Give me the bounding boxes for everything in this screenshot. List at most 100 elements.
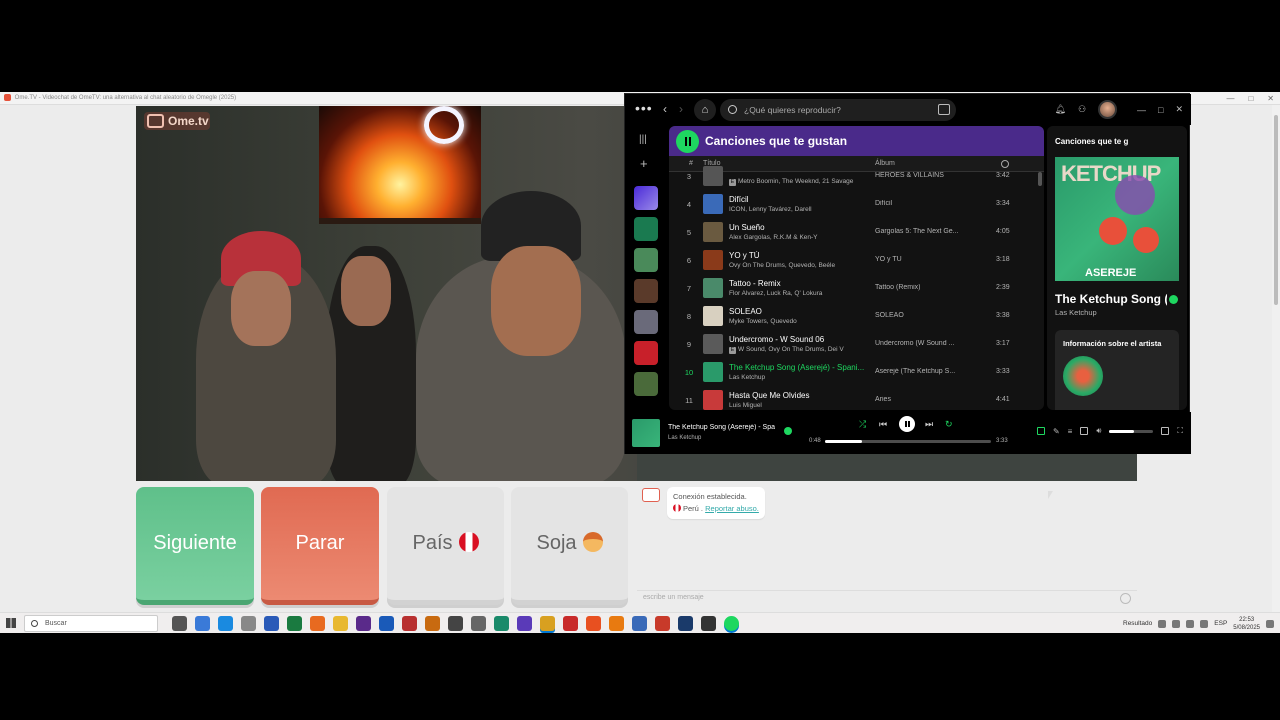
track-title[interactable]: Hasta Que Me Olvides xyxy=(729,391,864,400)
weather-widget[interactable]: Resultado xyxy=(1123,620,1152,627)
now-playing-artist[interactable]: Las Ketchup xyxy=(1055,308,1097,317)
track-title[interactable]: YO y TÚ xyxy=(729,251,864,260)
track-row[interactable]: 9 Undercromo - W Sound 06 E W Sound, Ovy On… xyxy=(669,330,1036,358)
next-button[interactable]: Siguiente xyxy=(136,487,254,605)
next-icon[interactable]: ⏭︎ xyxy=(925,419,933,430)
track-artists[interactable]: E Metro Boomin, The Weeknd, 21 Savage xyxy=(729,178,869,186)
premiere-icon[interactable] xyxy=(356,616,371,631)
scrollbar-thumb[interactable] xyxy=(1038,172,1042,186)
miniplayer-icon[interactable] xyxy=(1161,427,1170,435)
track-artists[interactable]: Ovy On The Drums, Quevedo, Beéle xyxy=(729,262,869,269)
shuffle-icon[interactable]: ⤮ xyxy=(859,419,866,430)
library-icon[interactable]: ||| xyxy=(639,134,647,145)
track-artists[interactable]: Myke Towers, Quevedo xyxy=(729,318,869,325)
track-row[interactable]: 7 Tattoo - Remix Flor Alvarez, Luck Ra, Q'… xyxy=(669,274,1036,302)
track-row[interactable]: 5 Un Sueño Alex Gargolas, R.K.M & Ken-Y Gar… xyxy=(669,218,1036,246)
library-item[interactable] xyxy=(634,372,658,396)
library-item[interactable] xyxy=(634,341,658,365)
app-icon[interactable] xyxy=(494,616,509,631)
track-album[interactable]: HEROES & VILLAINS xyxy=(875,172,965,179)
app-icon[interactable] xyxy=(632,616,647,631)
player-cover[interactable] xyxy=(632,419,660,447)
track-row[interactable]: 10 The Ketchup Song (Aserejé) - Spani... L… xyxy=(669,358,1036,386)
stop-button[interactable]: Parar xyxy=(261,487,379,605)
illustrator-icon[interactable] xyxy=(425,616,440,631)
minimize-icon[interactable]: — xyxy=(1226,92,1234,105)
track-artists[interactable]: EW Sound, Ovy On The Drums, Dei V xyxy=(729,346,869,354)
report-abuse-link[interactable]: Reportar abuso. xyxy=(705,504,759,513)
track-artists[interactable]: Flor Alvarez, Luck Ra, Q' Lokura xyxy=(729,290,869,297)
avatar[interactable] xyxy=(1098,100,1118,119)
gender-button[interactable]: Soja xyxy=(511,487,628,605)
language-indicator[interactable]: ESP xyxy=(1214,620,1227,627)
connect-device-icon[interactable] xyxy=(1080,427,1089,435)
volume-icon[interactable]: 🔊︎ xyxy=(1096,426,1101,436)
track-row[interactable]: 8 SOLEAO Myke Towers, Quevedo SOLEAO 3:38 xyxy=(669,302,1036,330)
pause-button[interactable] xyxy=(676,130,699,153)
taskbar-search[interactable]: Buscar xyxy=(24,615,158,632)
track-row[interactable]: 3 E Metro Boomin, The Weeknd, 21 Savage HER… xyxy=(669,162,1036,190)
liked-songs-icon[interactable] xyxy=(634,186,658,210)
track-album[interactable]: Undercromo (W Sound ... xyxy=(875,340,965,347)
track-title[interactable]: Un Sueño xyxy=(729,223,864,232)
fullscreen-icon[interactable]: ⛶ xyxy=(1177,426,1183,436)
track-row[interactable]: 11 Hasta Que Me Olvides Luis Miguel Aries 4:… xyxy=(669,386,1036,410)
close-icon[interactable]: ✕ xyxy=(1175,104,1183,115)
file-explorer-icon[interactable] xyxy=(333,616,348,631)
browse-icon[interactable] xyxy=(938,104,950,115)
library-item[interactable] xyxy=(634,248,658,272)
page-scrollbar[interactable] xyxy=(1272,105,1280,612)
track-album[interactable]: Gargolas 5: The Next Ge... xyxy=(875,228,965,235)
track-title[interactable]: SOLEAO xyxy=(729,307,864,316)
queue-icon[interactable]: ≡ xyxy=(1068,427,1073,436)
app-icon[interactable] xyxy=(655,616,670,631)
vlc-icon[interactable] xyxy=(609,616,624,631)
liked-check-icon[interactable] xyxy=(784,427,792,435)
maximize-icon[interactable]: □ xyxy=(1158,105,1163,115)
mic-icon[interactable] xyxy=(1200,619,1209,628)
lyrics-icon[interactable]: ✎ xyxy=(1053,427,1060,436)
search-input[interactable]: ¿Qué quieres reproducir? xyxy=(720,99,956,121)
app-icon[interactable] xyxy=(563,616,578,631)
previous-icon[interactable]: ⏮︎ xyxy=(879,419,887,430)
volume-slider[interactable] xyxy=(1109,429,1154,433)
maximize-icon[interactable]: □ xyxy=(1248,92,1253,105)
track-album[interactable]: Tattoo (Remix) xyxy=(875,284,965,291)
home-icon[interactable]: ⌂ xyxy=(694,99,716,121)
word-icon[interactable] xyxy=(264,616,279,631)
add-icon[interactable]: + xyxy=(640,156,648,171)
track-title[interactable]: Difícil xyxy=(729,195,864,204)
track-title[interactable]: Tattoo - Remix xyxy=(729,279,864,288)
forward-arrow-icon[interactable]: › xyxy=(679,102,683,116)
player-artist[interactable]: Las Ketchup xyxy=(668,435,701,441)
steam-icon[interactable] xyxy=(678,616,693,631)
scrollbar-thumb[interactable] xyxy=(1274,115,1278,305)
track-artists[interactable]: Alex Gargolas, R.K.M & Ken-Y xyxy=(729,234,869,241)
edge-icon[interactable] xyxy=(218,616,233,631)
track-artists[interactable]: Las Ketchup xyxy=(729,374,869,381)
spotify-icon[interactable] xyxy=(724,616,739,631)
track-album[interactable]: SOLEAO xyxy=(875,312,965,319)
menu-dots-icon[interactable]: ••• xyxy=(635,100,653,116)
library-item[interactable] xyxy=(634,310,658,334)
track-title[interactable]: The Ketchup Song (Aserejé) - Spani... xyxy=(729,363,864,372)
pause-button[interactable] xyxy=(899,416,915,432)
back-arrow-icon[interactable]: ‹ xyxy=(663,102,667,116)
task-view-icon[interactable] xyxy=(172,616,187,631)
tracklist-scrollbar[interactable] xyxy=(1037,172,1043,410)
app-icon[interactable] xyxy=(448,616,463,631)
track-album[interactable]: Difícil xyxy=(875,200,965,207)
close-icon[interactable]: ✕ xyxy=(1267,92,1274,105)
app-icon[interactable] xyxy=(517,616,532,631)
copilot-icon[interactable] xyxy=(195,616,210,631)
app-icon[interactable] xyxy=(701,616,716,631)
tray-chevron-icon[interactable] xyxy=(1158,619,1167,628)
friends-icon[interactable]: ⚇ xyxy=(1078,104,1086,115)
taskbar-clock[interactable]: 22:53 5/08/2025 xyxy=(1233,616,1260,632)
saved-episodes-icon[interactable] xyxy=(634,217,658,241)
minimize-icon[interactable]: — xyxy=(1137,105,1146,115)
library-item[interactable] xyxy=(634,279,658,303)
repeat-icon[interactable]: ↻ xyxy=(945,419,953,430)
bell-icon[interactable]: 🔔︎ xyxy=(1055,104,1066,115)
wifi-icon[interactable] xyxy=(1186,619,1195,628)
